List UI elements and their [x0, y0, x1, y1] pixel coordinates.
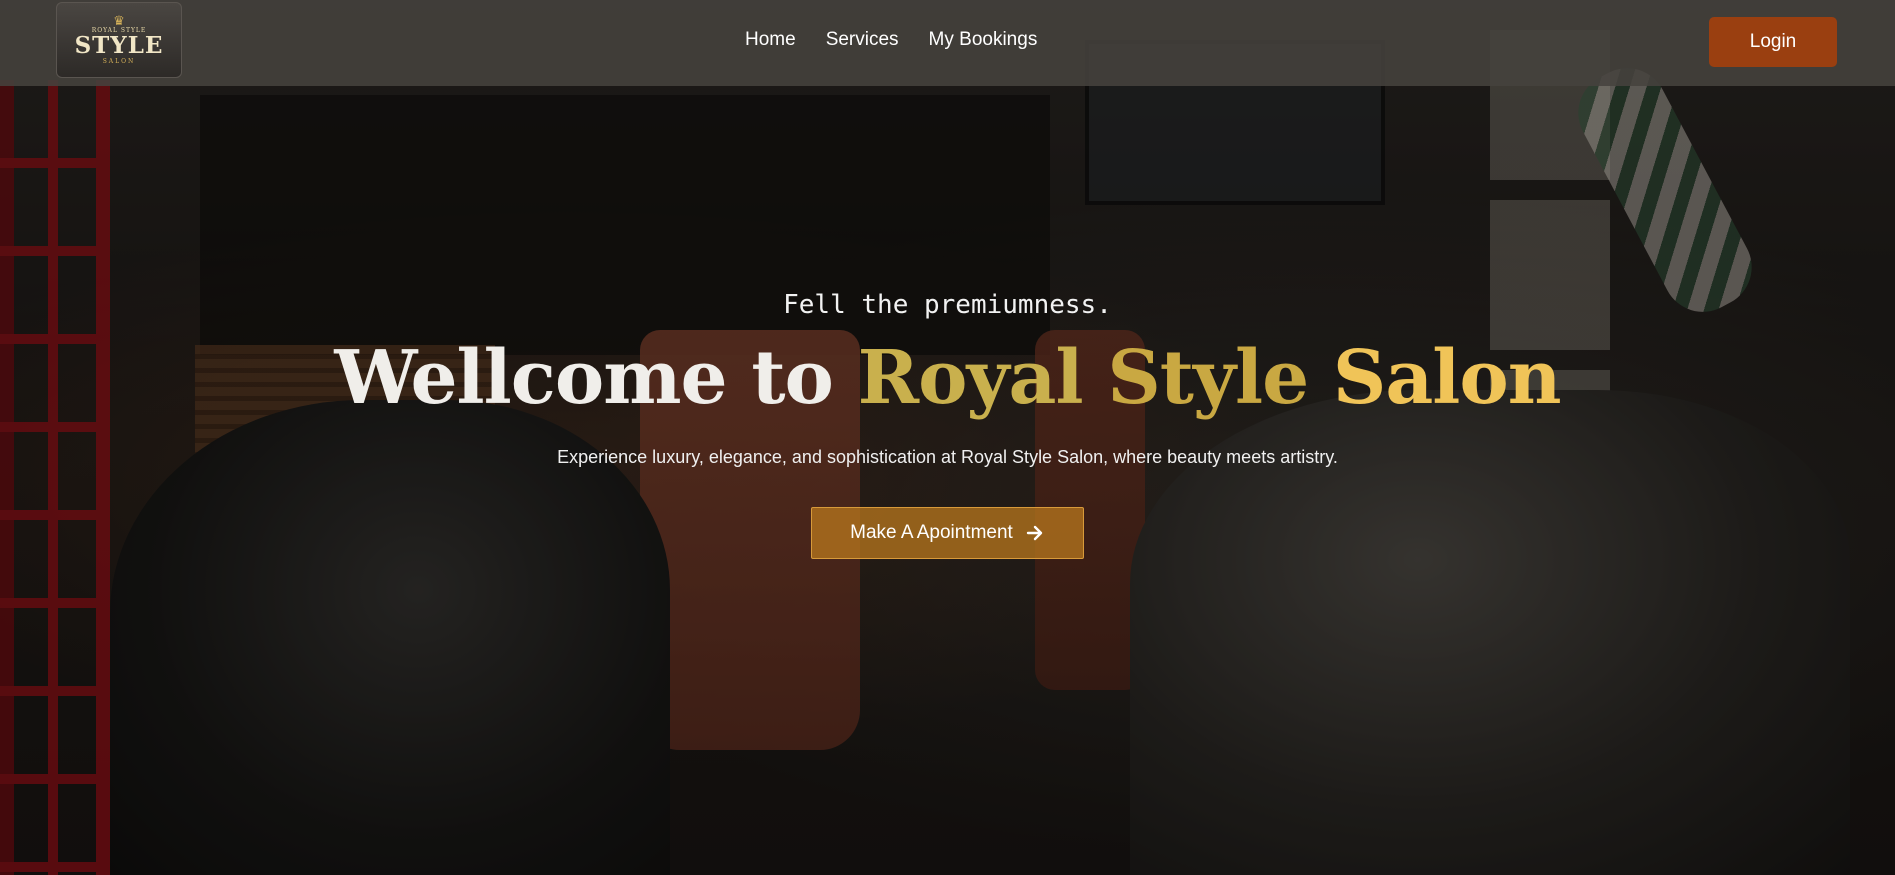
- logo-main-text: STYLE: [74, 32, 164, 59]
- hero-content: Fell the premiumness. Wellcome to Royal …: [0, 0, 1895, 875]
- make-appointment-button[interactable]: Make A Apointment: [811, 507, 1084, 559]
- hero-section: ♛ ROYAL STYLE STYLE SALON Home Services …: [0, 0, 1895, 875]
- nav-links: Home Services My Bookings: [745, 29, 1067, 51]
- hero-tagline: Fell the premiumness.: [783, 290, 1112, 320]
- arrow-right-icon: [1026, 525, 1043, 541]
- headline-royal: Royal: [857, 335, 1084, 421]
- nav-link-home[interactable]: Home: [745, 29, 796, 51]
- headline-prefix: Wellcome to: [334, 335, 833, 421]
- nav-link-services[interactable]: Services: [826, 29, 899, 51]
- top-navbar: ♛ ROYAL STYLE STYLE SALON Home Services …: [0, 0, 1895, 86]
- crown-icon: ♛: [113, 13, 125, 28]
- headline-style: Style: [1107, 335, 1309, 421]
- site-logo[interactable]: ♛ ROYAL STYLE STYLE SALON: [56, 2, 182, 78]
- nav-link-my-bookings[interactable]: My Bookings: [929, 29, 1038, 51]
- hero-description: Experience luxury, elegance, and sophist…: [557, 447, 1338, 467]
- make-appointment-label: Make A Apointment: [850, 522, 1013, 543]
- headline-salon: Salon: [1332, 335, 1562, 421]
- logo-sub-text: SALON: [102, 58, 136, 65]
- hero-headline: Wellcome to Royal Style Salon: [0, 335, 1895, 421]
- login-button[interactable]: Login: [1709, 17, 1837, 67]
